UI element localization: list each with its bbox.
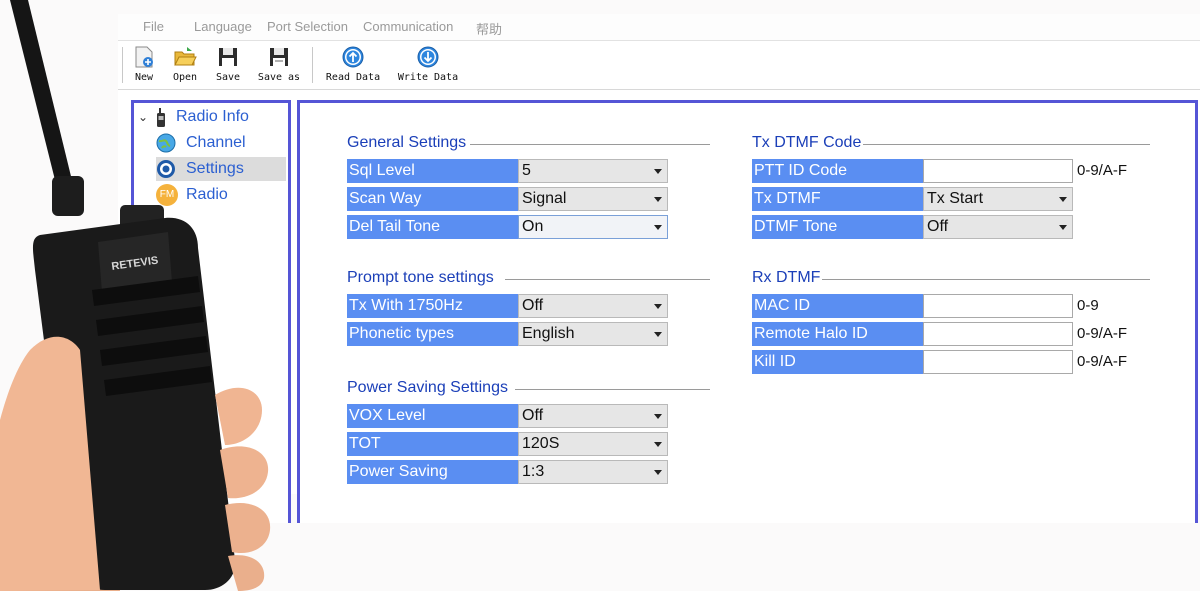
dropdown-value: 120S: [522, 435, 560, 452]
dropdown-arrow-icon[interactable]: [654, 225, 662, 230]
ptt-id-code-hint: 0-9/A-F: [1077, 162, 1128, 179]
kill-id-input[interactable]: [923, 350, 1073, 374]
tx-dtmf-label: Tx DTMF: [752, 187, 923, 211]
read-data-button[interactable]: Read Data: [324, 45, 382, 87]
scan-way-dropdown[interactable]: Signal: [518, 187, 668, 211]
antenna-base: [52, 176, 84, 216]
write-data-button[interactable]: Write Data: [396, 45, 460, 87]
dropdown-arrow-icon[interactable]: [654, 197, 662, 202]
group-divider: [822, 279, 1150, 280]
handheld-radio-photo: RETEVIS: [0, 0, 271, 591]
upload-arrow-icon: [342, 46, 364, 68]
dtmf-tone-label: DTMF Tone: [752, 215, 923, 239]
dtmf-tone-dropdown[interactable]: Off: [923, 215, 1073, 239]
ptt-id-code-input[interactable]: [923, 159, 1073, 183]
dropdown-value: 1:3: [522, 463, 545, 480]
mac-id-input[interactable]: [923, 294, 1073, 318]
dropdown-value: Off: [522, 407, 544, 424]
read-data-button-label: Read Data: [325, 72, 381, 83]
sql-level-label: Sql Level: [347, 159, 518, 183]
power-saving-label: Power Saving: [347, 460, 518, 484]
dropdown-value: 5: [522, 162, 531, 179]
finger: [215, 387, 262, 445]
general-settings-title: General Settings: [347, 134, 469, 152]
dropdown-arrow-icon[interactable]: [654, 442, 662, 447]
tx-with-1750hz-label: Tx With 1750Hz: [347, 294, 518, 318]
dropdown-arrow-icon[interactable]: [1059, 225, 1067, 230]
dropdown-arrow-icon[interactable]: [654, 470, 662, 475]
prompt-tone-title: Prompt tone settings: [347, 269, 496, 287]
phonetic-types-dropdown[interactable]: English: [518, 322, 668, 346]
remote-halo-id-hint: 0-9/A-F: [1077, 325, 1128, 342]
dropdown-value: Off: [522, 297, 544, 314]
kill-id-hint: 0-9/A-F: [1077, 353, 1128, 370]
dropdown-arrow-icon[interactable]: [654, 414, 662, 419]
tot-label: TOT: [347, 432, 518, 456]
dropdown-value: Tx Start: [927, 190, 984, 207]
dropdown-arrow-icon[interactable]: [654, 332, 662, 337]
remote-halo-id-label: Remote Halo ID: [752, 322, 923, 346]
dropdown-value: Signal: [522, 190, 567, 207]
tot-dropdown[interactable]: 120S: [518, 432, 668, 456]
menu-communication[interactable]: Communication: [363, 19, 453, 34]
vox-level-label: VOX Level: [347, 404, 518, 428]
del-tail-tone-label: Del Tail Tone: [347, 215, 518, 239]
tx-with-1750hz-dropdown[interactable]: Off: [518, 294, 668, 318]
finger: [220, 446, 269, 499]
tx-dtmf-code-title: Tx DTMF Code: [752, 134, 864, 152]
settings-panel: General Settings Sql Level 5 Scan Way Si…: [297, 100, 1198, 523]
toolbar-separator: [312, 47, 313, 83]
group-divider: [505, 279, 710, 280]
phonetic-types-label: Phonetic types: [347, 322, 518, 346]
dropdown-value: On: [522, 218, 544, 235]
scan-way-label: Scan Way: [347, 187, 518, 211]
menu-help[interactable]: 帮助: [476, 19, 502, 38]
download-arrow-icon: [417, 46, 439, 68]
ptt-id-code-label: PTT ID Code: [752, 159, 923, 183]
mac-id-label: MAC ID: [752, 294, 923, 318]
dropdown-arrow-icon[interactable]: [654, 169, 662, 174]
mac-id-hint: 0-9: [1077, 297, 1099, 314]
group-divider: [470, 144, 710, 145]
finger: [225, 502, 271, 554]
kill-id-label: Kill ID: [752, 350, 923, 374]
sql-level-dropdown[interactable]: 5: [518, 159, 668, 183]
rx-dtmf-title: Rx DTMF: [752, 269, 823, 287]
dropdown-value: English: [522, 325, 575, 342]
tx-dtmf-dropdown[interactable]: Tx Start: [923, 187, 1073, 211]
screenshot-stage: File Language Port Selection Communicati…: [0, 0, 1200, 591]
write-data-button-label: Write Data: [397, 72, 459, 83]
dropdown-arrow-icon[interactable]: [1059, 197, 1067, 202]
remote-halo-id-input[interactable]: [923, 322, 1073, 346]
group-divider: [515, 389, 710, 390]
del-tail-tone-dropdown[interactable]: On: [518, 215, 668, 239]
power-saving-title: Power Saving Settings: [347, 379, 510, 397]
dropdown-value: Off: [927, 218, 949, 235]
power-saving-dropdown[interactable]: 1:3: [518, 460, 668, 484]
dropdown-arrow-icon[interactable]: [654, 304, 662, 309]
group-divider: [860, 144, 1150, 145]
finger: [228, 555, 265, 591]
vox-level-dropdown[interactable]: Off: [518, 404, 668, 428]
